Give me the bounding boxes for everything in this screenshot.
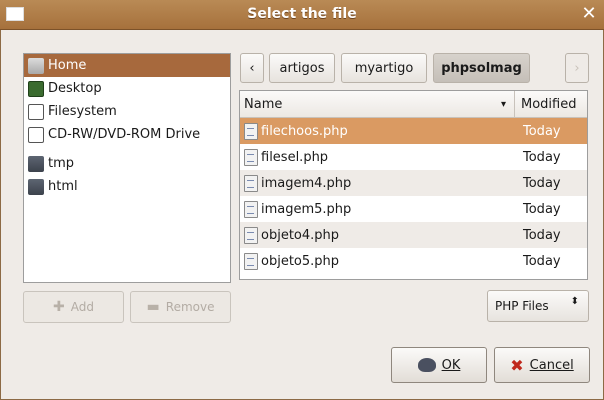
remove-bookmark-button[interactable]: ▬ Remove — [130, 291, 231, 323]
minus-icon: ▬ — [146, 299, 160, 315]
place-label: tmp — [48, 156, 75, 171]
path-back-button[interactable]: ‹ — [240, 53, 264, 83]
php-file-icon — [244, 200, 258, 218]
filter-value: PHP Files — [495, 299, 549, 313]
file-modified: Today — [523, 175, 561, 191]
title-bar: Select the file ✕ — [0, 0, 604, 30]
path-crumb-phpsolmag[interactable]: phpsolmag — [433, 53, 530, 83]
cdrom-icon — [28, 126, 44, 143]
desktop-icon — [28, 80, 44, 97]
place-tmp[interactable]: tmp — [24, 152, 230, 175]
file-modified: Today — [523, 227, 561, 243]
file-name: imagem4.php — [261, 175, 352, 191]
ok-label: OK — [441, 357, 461, 373]
file-row[interactable]: imagem5.php Today — [240, 196, 587, 222]
path-crumb-artigos[interactable]: artigos — [269, 53, 335, 83]
php-file-icon — [244, 122, 258, 140]
sort-arrow-icon: ▾ — [500, 99, 506, 110]
file-modified: Today — [523, 201, 561, 217]
ok-icon — [417, 358, 436, 372]
place-cdrom[interactable]: CD-RW/DVD-ROM Drive — [24, 123, 230, 146]
file-type-filter[interactable]: PHP Files ⬍ — [487, 290, 589, 322]
file-row[interactable]: objeto5.php Today — [240, 248, 587, 274]
file-row[interactable]: filesel.php Today — [240, 144, 587, 170]
file-modified: Today — [523, 253, 561, 269]
close-icon[interactable]: ✕ — [580, 5, 598, 23]
ok-button[interactable]: OK — [391, 347, 487, 383]
place-label: Home — [48, 58, 87, 73]
folder-icon — [28, 178, 44, 195]
php-file-icon — [244, 148, 258, 166]
plus-icon: ✚ — [53, 299, 65, 315]
place-html[interactable]: html — [24, 175, 230, 198]
file-modified: Today — [523, 149, 561, 165]
file-name: imagem5.php — [261, 201, 352, 217]
remove-label: Remove — [165, 300, 215, 314]
file-name: filechoos.php — [261, 123, 348, 139]
place-label: Filesystem — [48, 104, 117, 119]
add-label: Add — [70, 300, 94, 314]
php-file-icon — [244, 226, 258, 244]
place-home[interactable]: Home — [24, 54, 230, 77]
path-crumb-myartigo[interactable]: myartigo — [341, 53, 427, 83]
places-sidebar: Home Desktop Filesystem CD-RW/DVD-ROM Dr… — [23, 53, 231, 283]
file-row[interactable]: objeto4.php Today — [240, 222, 587, 248]
file-list-header: Name ▾ Modified — [240, 91, 587, 118]
file-name: filesel.php — [261, 149, 329, 165]
window-title: Select the file — [247, 6, 357, 22]
column-name-header[interactable]: Name ▾ — [240, 91, 515, 117]
file-name: objeto4.php — [261, 227, 340, 243]
drive-icon — [28, 103, 44, 120]
cancel-button[interactable]: ✖ Cancel — [494, 347, 590, 383]
column-modified-header[interactable]: Modified — [515, 91, 587, 117]
place-filesystem[interactable]: Filesystem — [24, 100, 230, 123]
file-modified: Today — [523, 123, 561, 139]
place-label: Desktop — [48, 81, 102, 96]
updown-arrow-icon: ⬍ — [570, 296, 579, 307]
folder-icon — [28, 155, 44, 172]
file-row[interactable]: imagem4.php Today — [240, 170, 587, 196]
place-label: CD-RW/DVD-ROM Drive — [48, 127, 201, 142]
php-file-icon — [244, 174, 258, 192]
column-name-label: Name — [244, 97, 283, 112]
file-name: objeto5.php — [261, 253, 340, 269]
home-folder-icon — [28, 57, 44, 74]
file-row[interactable]: filechoos.php Today — [240, 118, 587, 144]
file-list: Name ▾ Modified filechoos.php Today file… — [239, 90, 588, 280]
path-forward-button[interactable]: › — [565, 53, 589, 83]
place-desktop[interactable]: Desktop — [24, 77, 230, 100]
cancel-label: Cancel — [529, 357, 574, 373]
cancel-x-icon: ✖ — [510, 355, 524, 375]
add-bookmark-button[interactable]: ✚ Add — [23, 291, 124, 323]
php-file-icon — [244, 252, 258, 270]
place-label: html — [48, 179, 78, 194]
